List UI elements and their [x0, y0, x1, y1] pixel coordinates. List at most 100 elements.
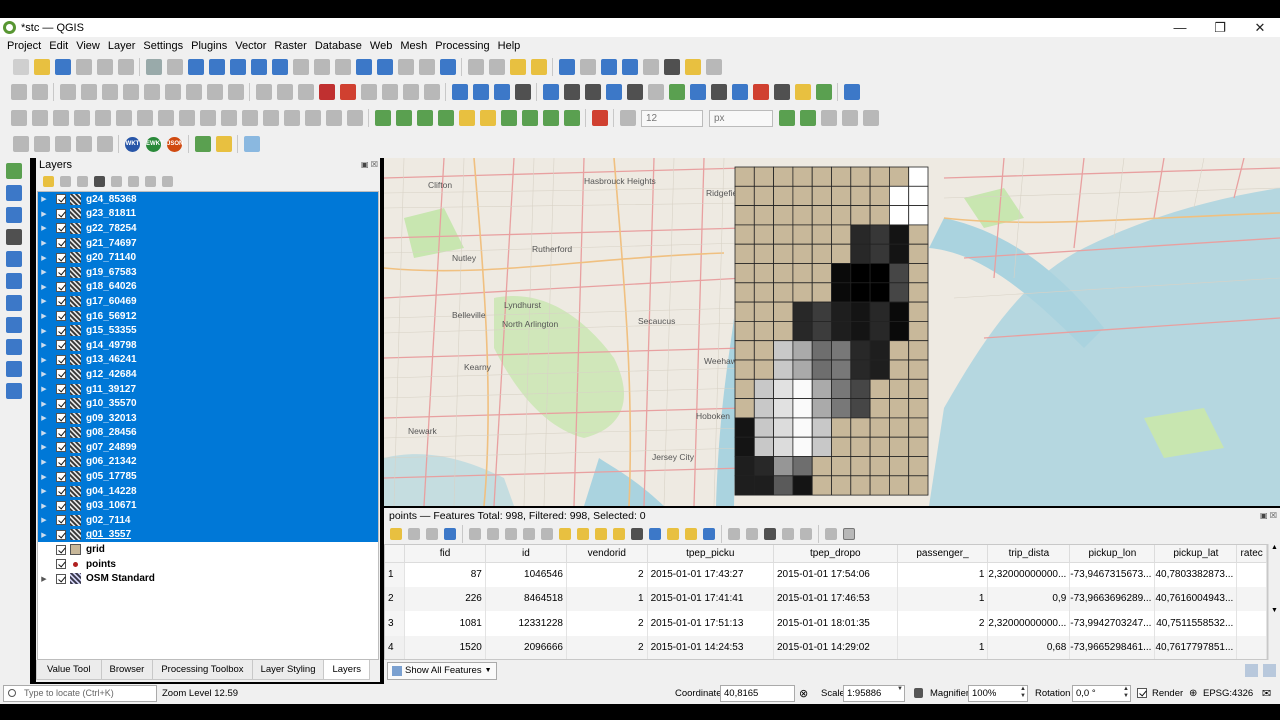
layer-row[interactable]: ▶ g11_39127	[38, 381, 378, 397]
self-snap-icon[interactable]	[820, 110, 837, 126]
vertex-tool-icon[interactable]	[101, 84, 118, 100]
remove-layer-icon[interactable]	[162, 176, 173, 187]
expand-arrow-icon[interactable]: ▶	[38, 283, 50, 291]
expand-arrow-icon[interactable]: ▶	[38, 268, 50, 276]
globe-a-icon[interactable]	[472, 84, 489, 100]
layer-visibility-checkbox[interactable]	[56, 267, 66, 278]
delete-selected-icon[interactable]	[122, 84, 139, 100]
close-button[interactable]: ✕	[1240, 18, 1280, 37]
move-selection-top-icon[interactable]	[649, 528, 661, 540]
table-cell[interactable]: 2015-01-01 17:51:13	[647, 611, 775, 636]
row-number[interactable]: 3	[385, 611, 406, 636]
layer-row[interactable]: ▶ g14_49798	[38, 337, 378, 353]
cut-rows-icon[interactable]	[505, 528, 517, 540]
reload-table-icon[interactable]	[444, 528, 456, 540]
annotation-e-icon[interactable]	[96, 136, 113, 152]
table-cell[interactable]: 8464518	[485, 586, 567, 611]
table-cell[interactable]: 1	[566, 586, 648, 611]
select-rectangle-icon[interactable]	[584, 84, 601, 100]
image-icon[interactable]	[647, 84, 664, 100]
select-expression-icon[interactable]	[559, 528, 571, 540]
help-book-icon[interactable]	[843, 84, 860, 100]
table-cell[interactable]: 2015-01-01 17:54:06	[773, 562, 898, 587]
zoom-full-icon[interactable]	[229, 59, 246, 75]
column-header[interactable]: vendorid	[566, 545, 648, 563]
extents-toggle-icon[interactable]: ⊗	[799, 687, 808, 700]
avoid-overlap-icon[interactable]	[862, 110, 879, 126]
expand-arrow-icon[interactable]: ▶	[38, 429, 50, 437]
layer-visibility-checkbox[interactable]	[56, 325, 66, 336]
magnifier-spinbox[interactable]: 100% ▲ ▼	[968, 685, 1028, 702]
point-add-f-icon[interactable]	[563, 110, 580, 126]
layer-visibility-checkbox[interactable]	[56, 559, 66, 570]
layer-visibility-checkbox[interactable]	[56, 252, 66, 263]
identify-icon[interactable]	[558, 59, 575, 75]
python-console-icon[interactable]	[542, 84, 559, 100]
table-cell[interactable]: 0,9	[987, 586, 1071, 611]
paste-features-icon[interactable]	[185, 84, 202, 100]
layer-visibility-checkbox[interactable]	[56, 311, 66, 322]
red-arrow-icon[interactable]	[591, 110, 608, 126]
table-corner[interactable]	[385, 545, 406, 563]
plugin-green-icon[interactable]	[194, 136, 211, 152]
manage-themes-icon[interactable]	[77, 176, 88, 187]
table-cell[interactable]: 2096666	[485, 635, 567, 659]
attribute-table-grid[interactable]: fid id vendorid tpep_picku tpep_dropo passeng…	[384, 544, 1268, 660]
add-raster-layer-icon[interactable]	[6, 185, 22, 201]
bar-plot-c-icon[interactable]	[416, 110, 433, 126]
table-cell[interactable]: -73,9665298461...	[1069, 635, 1156, 659]
save-edits-icon[interactable]	[59, 84, 76, 100]
column-header[interactable]: fid	[404, 545, 486, 563]
ellipse-tool-icon[interactable]	[52, 110, 69, 126]
add-wms-icon[interactable]	[6, 317, 22, 333]
layer-visibility-checkbox[interactable]	[56, 486, 66, 497]
layer-visibility-checkbox[interactable]	[56, 194, 66, 205]
layer-visibility-checkbox[interactable]	[56, 573, 66, 584]
expand-arrow-icon[interactable]: ▶	[38, 312, 50, 320]
table-cell[interactable]: 2015-01-01 14:24:53	[647, 635, 775, 659]
column-header[interactable]: tpep_picku	[647, 545, 775, 563]
add-group-icon[interactable]	[60, 176, 71, 187]
table-cell[interactable]: 1081	[404, 611, 486, 636]
toggle-edit-pencil-icon[interactable]	[390, 528, 402, 540]
select-all-icon[interactable]	[577, 528, 589, 540]
menu-edit[interactable]: Edit	[45, 40, 72, 52]
zoom-to-selected-icon[interactable]	[685, 528, 697, 540]
expand-all-icon[interactable]	[128, 176, 139, 187]
zoom-in-icon[interactable]	[187, 59, 204, 75]
column-header[interactable]: tpep_dropo	[773, 545, 898, 563]
save-project-icon[interactable]	[54, 59, 71, 75]
add-feature-table-icon[interactable]	[469, 528, 481, 540]
expand-arrow-icon[interactable]: ▶	[38, 341, 50, 349]
show-all-features-button[interactable]: Show All Features ▼	[387, 662, 497, 680]
layer-row[interactable]: ▶ g20_71140	[38, 250, 378, 265]
add-wfs-icon[interactable]	[6, 339, 22, 355]
table-cell[interactable]: 2015-01-01 17:43:27	[647, 562, 775, 587]
table-cell[interactable]: 2	[566, 562, 648, 587]
label-change-icon[interactable]	[381, 84, 398, 100]
add-part-icon[interactable]	[325, 110, 342, 126]
menu-processing[interactable]: Processing	[431, 40, 493, 52]
cube-icon[interactable]	[794, 84, 811, 100]
copy-features-icon[interactable]	[164, 84, 181, 100]
expand-arrow-icon[interactable]: ▶	[38, 385, 50, 393]
select-features-icon[interactable]	[488, 59, 505, 75]
layer-visibility-checkbox[interactable]	[56, 529, 66, 540]
undo-arrow-icon[interactable]	[731, 84, 748, 100]
layout-manager-icon[interactable]	[117, 59, 134, 75]
table-cell[interactable]: -73,9663696289...	[1069, 586, 1156, 611]
tab-value-tool[interactable]: Value Tool	[36, 660, 102, 680]
rectangle-tool-icon[interactable]	[73, 110, 90, 126]
table-row[interactable]: 3 1081 12331228 2 2015-01-01 17:51:13 2015-01…	[385, 611, 1267, 636]
bar-plot-b-icon[interactable]	[395, 110, 412, 126]
plugin-blue-icon[interactable]	[243, 136, 260, 152]
json-icon[interactable]: JSON	[167, 136, 183, 152]
delete-field-icon[interactable]	[746, 528, 758, 540]
deselect-features-icon[interactable]	[509, 59, 526, 75]
wrench-icon[interactable]	[752, 84, 769, 100]
field-calculator-icon[interactable]	[600, 59, 617, 75]
filter-select-icon[interactable]	[631, 528, 643, 540]
table-cell[interactable]: 2	[566, 611, 648, 636]
tab-browser[interactable]: Browser	[100, 660, 154, 680]
pan-to-selection-icon[interactable]	[166, 59, 183, 75]
